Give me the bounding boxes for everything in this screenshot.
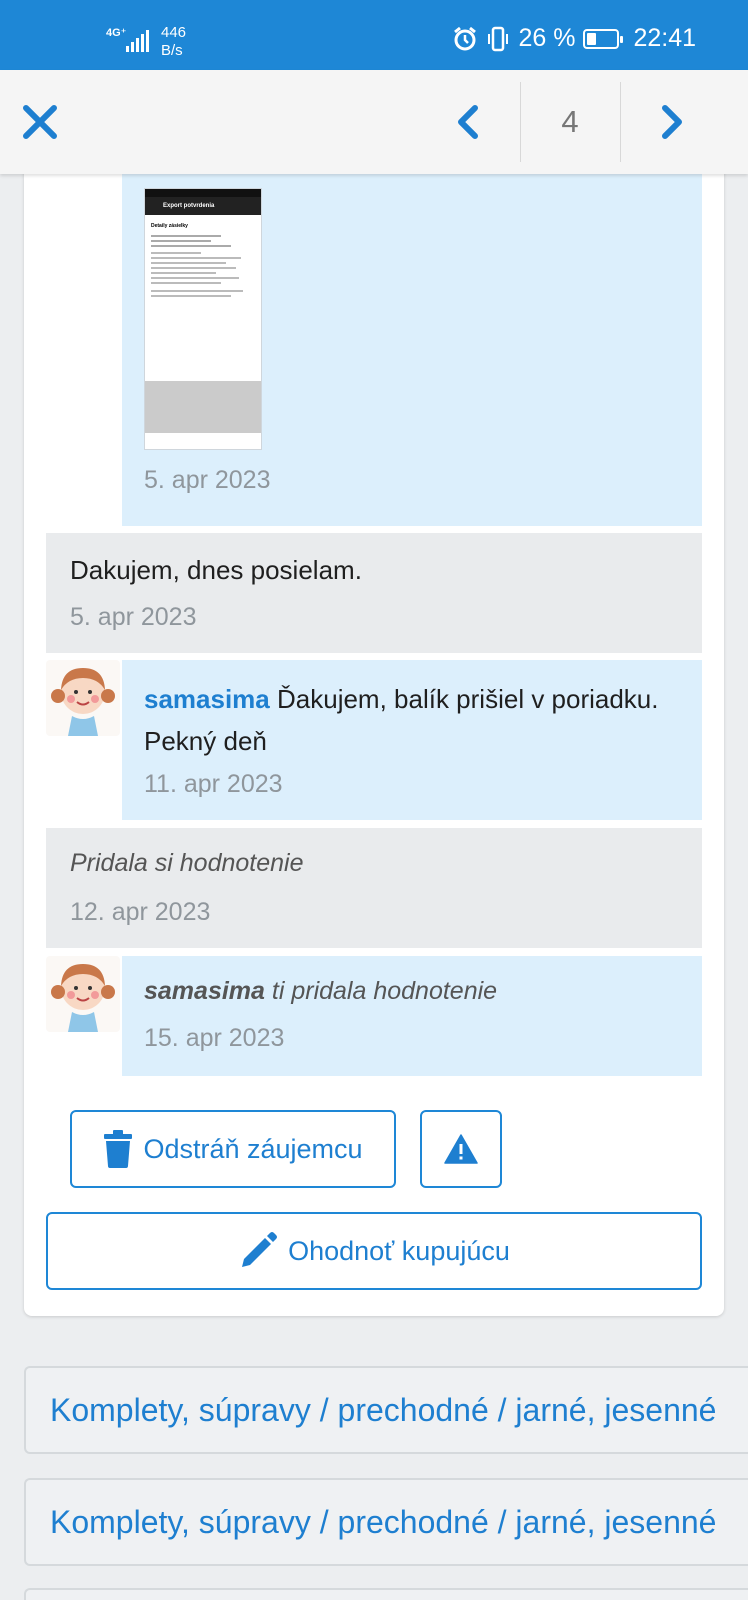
message-text: samasima ti pridala hodnotenie — [144, 970, 497, 1012]
report-button[interactable] — [420, 1110, 502, 1188]
listing-link-partial[interactable] — [24, 1588, 748, 1600]
girl-avatar-icon — [46, 956, 120, 1032]
rate-buyer-label: Ohodnoť kupujúcu — [288, 1235, 510, 1266]
message-date: 11. apr 2023 — [144, 770, 283, 798]
top-nav-bar: 4 — [0, 70, 748, 174]
listing-link[interactable]: Komplety, súpravy / prechodné / jarné, j… — [24, 1366, 748, 1454]
alarm-icon — [454, 26, 477, 50]
divider — [620, 82, 621, 162]
thumbnail-title: Detaily zásielky — [151, 223, 188, 229]
thumbnail-content — [145, 235, 261, 297]
page-number: 4 — [561, 104, 579, 139]
rate-buyer-button[interactable]: Ohodnoť kupujúcu — [46, 1212, 702, 1290]
avatar[interactable] — [46, 660, 120, 736]
speed-value: 446 — [161, 24, 187, 41]
next-button[interactable] — [634, 96, 710, 148]
rating-link[interactable]: hodnotenie — [180, 849, 304, 877]
thumbnail-header: Export potvrdenia — [145, 197, 261, 215]
network-speed: 446 B/s — [161, 24, 186, 60]
message-bubble: Dakujem, dnes posielam. 5. apr 2023 — [46, 533, 702, 653]
divider — [520, 82, 521, 162]
speed-unit: B/s — [161, 42, 183, 59]
message-text: samasima Ďakujem, balík prišiel v poriad… — [144, 678, 664, 762]
event-text: ti pridala — [271, 977, 367, 1005]
warning-icon — [444, 1134, 478, 1164]
clock: 22:41 — [633, 24, 696, 52]
listing-link[interactable]: Komplety, súpravy / prechodné / jarné, j… — [24, 1478, 748, 1566]
rating-link[interactable]: hodnotenie — [373, 977, 497, 1005]
message-date: 15. apr 2023 — [144, 1024, 285, 1052]
user-link[interactable]: samasima — [144, 684, 270, 714]
close-button[interactable] — [20, 102, 60, 142]
thumbnail-navbar — [145, 433, 261, 449]
message-date: 5. apr 2023 — [144, 466, 271, 494]
previous-button[interactable] — [430, 96, 506, 148]
status-bar: 4G⁺ 446 B/s 26 % 22:41 — [0, 0, 748, 70]
message-date: 12. apr 2023 — [70, 898, 211, 926]
thumbnail-grey-area — [145, 381, 261, 435]
remove-interested-button[interactable]: Odstráň záujemcu — [70, 1110, 396, 1188]
vibrate-icon — [488, 26, 509, 51]
message-date: 5. apr 2023 — [70, 603, 197, 631]
message-bubble: samasima ti pridala hodnotenie 15. apr 2… — [122, 956, 702, 1076]
thumbnail-statusbar — [145, 189, 261, 197]
event-text: Pridala si — [70, 849, 173, 877]
remove-interested-label: Odstráň záujemcu — [143, 1133, 363, 1164]
status-right: 26 % 22:41 — [452, 24, 696, 53]
pencil-icon — [242, 1232, 278, 1267]
network-indicator: 4G⁺ — [106, 27, 127, 39]
attachment-thumbnail[interactable]: Export potvrdenia Detaily zásielky — [144, 188, 262, 450]
user-link[interactable]: samasima — [144, 977, 265, 1005]
trash-icon — [104, 1130, 133, 1168]
message-bubble: samasima Ďakujem, balík prišiel v poriad… — [122, 660, 702, 820]
girl-avatar-icon — [46, 660, 120, 736]
conversation-card: Export potvrdenia Detaily zásielky 5. ap… — [24, 160, 724, 1316]
message-text: Pridala si hodnotenie — [70, 842, 304, 884]
avatar[interactable] — [46, 956, 120, 1032]
message-bubble: Export potvrdenia Detaily zásielky 5. ap… — [122, 160, 702, 526]
signal-icon — [126, 30, 149, 52]
message-text: Dakujem, dnes posielam. — [70, 555, 362, 585]
close-icon — [23, 105, 57, 139]
battery-icon — [583, 28, 624, 49]
chevron-right-icon — [662, 105, 682, 139]
chevron-left-icon — [458, 105, 478, 139]
battery-percent: 26 % — [518, 24, 576, 52]
message-bubble: Pridala si hodnotenie 12. apr 2023 — [46, 828, 702, 948]
